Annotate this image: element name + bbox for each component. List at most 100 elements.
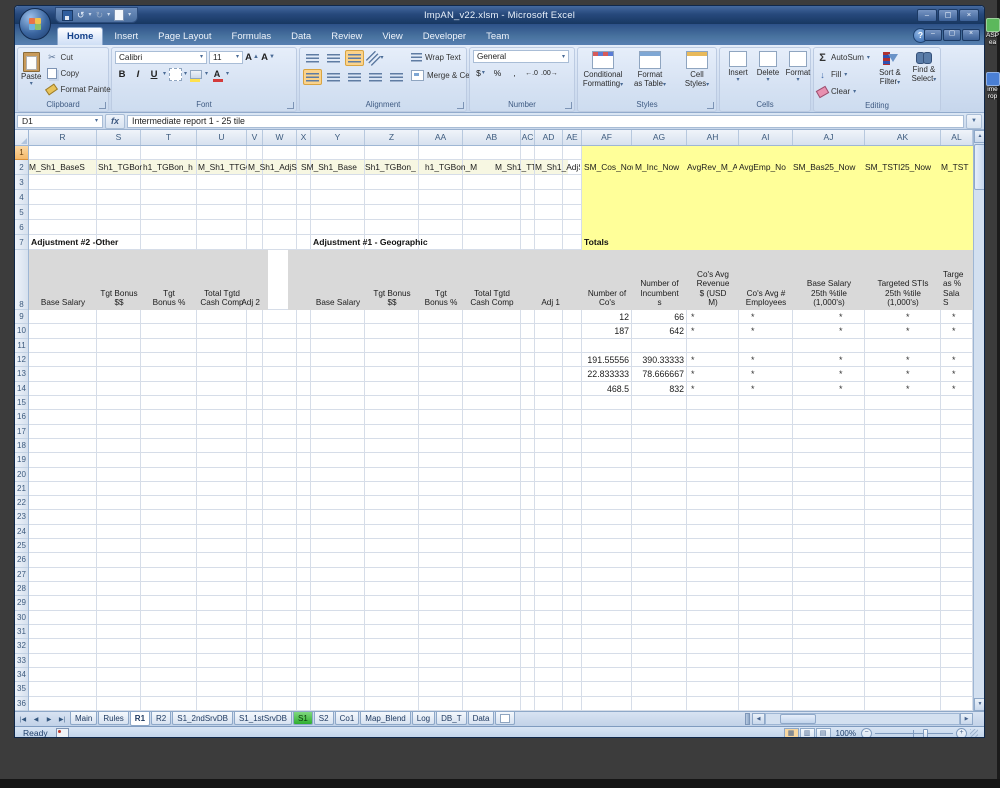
ribbon-tab-page-layout[interactable]: Page Layout xyxy=(149,28,220,45)
align-top-button[interactable] xyxy=(303,50,322,66)
sheet-tab-S2[interactable]: S2 xyxy=(314,712,334,725)
row-header-19[interactable]: 19 xyxy=(15,453,28,467)
zoom-slider[interactable] xyxy=(875,729,953,738)
scroll-up-button[interactable]: ▲ xyxy=(974,130,985,143)
row-header-27[interactable]: 27 xyxy=(15,568,28,582)
select-all-corner[interactable] xyxy=(15,130,29,145)
ribbon-tab-home[interactable]: Home xyxy=(57,27,103,45)
minimize-button[interactable]: – xyxy=(917,9,937,22)
delete-cells-button[interactable]: Delete▾ xyxy=(755,50,782,83)
row-header-30[interactable]: 30 xyxy=(15,611,28,625)
font-color-button[interactable]: A xyxy=(210,67,224,81)
row-header-29[interactable]: 29 xyxy=(15,596,28,610)
office-button[interactable] xyxy=(19,8,51,40)
increase-indent-button[interactable] xyxy=(387,69,406,85)
accounting-format-button[interactable]: $▾ xyxy=(473,66,488,80)
column-header-AI[interactable]: AI xyxy=(739,130,793,145)
clear-button[interactable]: Clear ▾ xyxy=(817,84,870,99)
workbook-minimize-button[interactable]: – xyxy=(924,29,942,41)
row-header-28[interactable]: 28 xyxy=(15,582,28,596)
ribbon-tab-formulas[interactable]: Formulas xyxy=(223,28,281,45)
shrink-font-button[interactable]: A▼ xyxy=(261,50,275,64)
zoom-out-button[interactable]: − xyxy=(861,728,872,739)
percent-style-button[interactable]: % xyxy=(490,66,505,80)
ribbon-tab-review[interactable]: Review xyxy=(322,28,371,45)
clipboard-dialog-launcher[interactable] xyxy=(99,102,106,109)
vertical-scroll-thumb[interactable] xyxy=(974,144,985,190)
row-header-35[interactable]: 35 xyxy=(15,682,28,696)
column-header-R[interactable]: R xyxy=(29,130,97,145)
row-header-34[interactable]: 34 xyxy=(15,668,28,682)
autosum-button[interactable]: Σ AutoSum ▾ xyxy=(817,50,870,65)
bold-button[interactable]: B xyxy=(115,67,129,81)
italic-button[interactable]: I xyxy=(131,67,145,81)
sheet-nav-last[interactable]: ▶| xyxy=(56,713,68,725)
row-header-8[interactable]: 8 xyxy=(15,250,28,310)
font-size-select[interactable]: 11▾ xyxy=(209,51,243,64)
column-header-AC[interactable]: AC xyxy=(521,130,535,145)
row-header-26[interactable]: 26 xyxy=(15,553,28,567)
column-header-V[interactable]: V xyxy=(247,130,263,145)
row-header-33[interactable]: 33 xyxy=(15,654,28,668)
column-header-U[interactable]: U xyxy=(197,130,247,145)
format-painter-button[interactable]: Format Painter xyxy=(44,82,115,97)
insert-cells-button[interactable]: Insert▾ xyxy=(725,50,752,83)
align-center-button[interactable] xyxy=(324,69,343,85)
column-header-AH[interactable]: AH xyxy=(687,130,739,145)
row-header-13[interactable]: 13 xyxy=(15,367,28,381)
macro-record-icon[interactable] xyxy=(56,728,69,738)
underline-button[interactable]: U xyxy=(147,67,161,81)
desktop-icon[interactable]: ASPea xyxy=(985,18,1000,46)
sheet-tab-Log[interactable]: Log xyxy=(412,712,435,725)
row-header-15[interactable]: 15 xyxy=(15,396,28,410)
tab-split-handle[interactable] xyxy=(745,713,750,725)
align-right-button[interactable] xyxy=(345,69,364,85)
sheet-nav-first[interactable]: |◀ xyxy=(17,713,29,725)
font-family-select[interactable]: Calibri▾ xyxy=(115,51,207,64)
ribbon-tab-insert[interactable]: Insert xyxy=(105,28,147,45)
zoom-in-button[interactable]: + xyxy=(956,728,967,739)
conditional-formatting-button[interactable]: ConditionalFormatting▾ xyxy=(581,50,625,88)
column-header-AA[interactable]: AA xyxy=(419,130,463,145)
row-header-11[interactable]: 11 xyxy=(15,339,28,353)
column-header-X[interactable]: X xyxy=(297,130,311,145)
sheet-nav-prev[interactable]: ◀ xyxy=(30,713,42,725)
decrease-decimal-button[interactable]: .00→ xyxy=(541,66,558,80)
column-header-T[interactable]: T xyxy=(141,130,197,145)
comma-style-button[interactable]: , xyxy=(507,66,522,80)
column-header-AF[interactable]: AF xyxy=(582,130,632,145)
formula-input[interactable]: Intermediate report 1 - 25 tile xyxy=(127,115,964,128)
name-box-dropdown-icon[interactable]: ▾ xyxy=(95,118,98,124)
sheet-tab-S1_2ndSrvDB[interactable]: S1_2ndSrvDB xyxy=(172,712,233,725)
row-header-20[interactable]: 20 xyxy=(15,468,28,482)
worksheet-grid[interactable]: M_Sh1_BaseSSh1_TGBon_h1_TGBon_hM_Sh1_TTG… xyxy=(15,130,973,711)
resize-grip[interactable] xyxy=(970,729,978,737)
sort-filter-button[interactable]: Sort &Filter▾ xyxy=(873,50,907,86)
workbook-restore-button[interactable]: ▢ xyxy=(943,29,961,41)
title-bar[interactable]: ↺▾ ↻▾ ▾ ImpAN_v22.xlsm - Microsoft Excel… xyxy=(15,6,984,24)
sheet-tab-R2[interactable]: R2 xyxy=(151,712,171,725)
ribbon-tab-team[interactable]: Team xyxy=(477,28,518,45)
align-bottom-button[interactable] xyxy=(345,50,364,66)
align-left-button[interactable] xyxy=(303,69,322,85)
row-header-16[interactable]: 16 xyxy=(15,410,28,424)
cell-styles-button[interactable]: CellStyles▾ xyxy=(675,50,719,88)
cut-button[interactable]: ✂ Cut xyxy=(44,50,115,65)
page-break-view-button[interactable]: ▤ xyxy=(816,728,831,739)
row-header-2[interactable]: 2 xyxy=(15,160,28,175)
orientation-button[interactable]: ▾ xyxy=(366,50,385,66)
row-header-3[interactable]: 3 xyxy=(15,175,28,190)
name-box[interactable]: D1▾ xyxy=(17,115,103,128)
sheet-tab-Co1[interactable]: Co1 xyxy=(335,712,360,725)
maximize-button[interactable]: ▢ xyxy=(938,9,958,22)
decrease-indent-button[interactable] xyxy=(366,69,385,85)
grow-font-button[interactable]: A▲ xyxy=(245,50,259,64)
sheet-tab-Map_Blend[interactable]: Map_Blend xyxy=(360,712,410,725)
sheet-nav-next[interactable]: ▶ xyxy=(43,713,55,725)
row-header-10[interactable]: 10 xyxy=(15,324,28,338)
column-header-AJ[interactable]: AJ xyxy=(793,130,865,145)
find-select-button[interactable]: Find &Select▾ xyxy=(907,50,941,86)
row-header-1[interactable]: 1 xyxy=(15,146,28,160)
sheet-tab-S1[interactable]: S1 xyxy=(293,712,313,725)
format-as-table-button[interactable]: Formatas Table▾ xyxy=(628,50,672,88)
